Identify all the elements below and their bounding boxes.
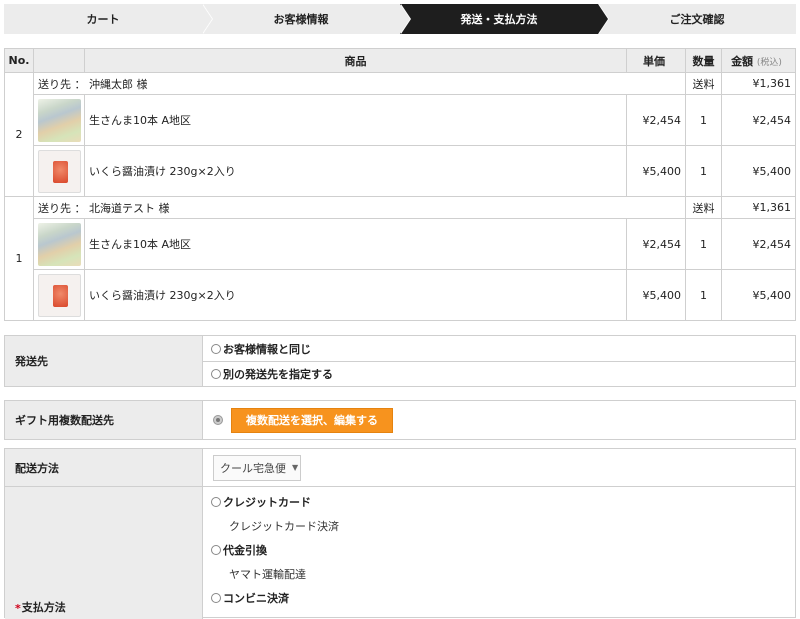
table-row: 生さんま10本 A地区 ¥2,454 1 ¥2,454 — [5, 218, 796, 270]
ship-to-label: 送り先 ： 沖縄太郎 様 — [33, 72, 686, 95]
chevron-down-icon: ▼ — [292, 463, 299, 472]
amount: ¥2,454 — [721, 94, 796, 146]
product-name: 生さんま10本 A地区 — [84, 94, 627, 146]
shipping-fee: ¥1,361 — [721, 196, 796, 219]
order-table: No. 商品 単価 数量 金額 (税込) 2 送り先 ： 沖縄太郎 様 送料 ¥… — [4, 48, 796, 321]
ship-to-label: 送り先 ： 北海道テスト 様 — [33, 196, 686, 219]
product-image[interactable] — [37, 273, 81, 317]
quantity: 1 — [685, 218, 722, 270]
option-other-destination[interactable]: 別の発送先を指定する — [203, 361, 795, 386]
group-number: 2 — [4, 72, 34, 197]
product-image[interactable] — [37, 222, 81, 266]
radio-icon[interactable] — [213, 415, 223, 425]
radio-icon[interactable] — [211, 593, 221, 603]
payment-option-description: ヤマト運輸配達 — [229, 568, 306, 581]
gift-section: ギフト用複数配送先 複数配送を選択、編集する — [4, 400, 796, 440]
table-row: いくら醤油漬け 230g×2入り ¥5,400 1 ¥5,400 — [5, 269, 796, 321]
header-product: 商品 — [84, 48, 627, 73]
shipping-fee-label: 送料 — [685, 72, 722, 95]
table-row: 生さんま10本 A地区 ¥2,454 1 ¥2,454 — [5, 94, 796, 146]
radio-icon[interactable] — [211, 343, 221, 354]
step-order-confirm: ご注文確認 — [598, 4, 796, 34]
amount: ¥2,454 — [721, 218, 796, 270]
delivery-method-select[interactable]: クール宅急便 ▼ — [213, 454, 301, 481]
header-no: No. — [4, 48, 34, 73]
shipping-row: 1 送り先 ： 北海道テスト 様 送料 ¥1,361 — [4, 196, 796, 321]
checkout-steps: カート お客様情報 発送・支払方法 ご注文確認 — [4, 4, 796, 34]
radio-icon[interactable] — [211, 369, 221, 379]
payment-option-convenience-store[interactable]: コンビニ決済 — [203, 586, 795, 610]
quantity: 1 — [685, 269, 722, 321]
quantity: 1 — [685, 94, 722, 146]
unit-price: ¥2,454 — [626, 218, 686, 270]
header-amount: 金額 (税込) — [721, 48, 796, 73]
header-qty: 数量 — [685, 48, 722, 73]
option-same-as-customer[interactable]: お客様情報と同じ — [203, 336, 795, 361]
unit-price: ¥2,454 — [626, 94, 686, 146]
step-cart: カート — [4, 4, 213, 34]
radio-icon[interactable] — [211, 497, 221, 507]
product-name: いくら醤油漬け 230g×2入り — [84, 269, 627, 321]
product-image[interactable] — [37, 98, 81, 142]
payment-option-cod[interactable]: 代金引換 — [203, 538, 795, 562]
header-price: 単価 — [626, 48, 686, 73]
multi-delivery-edit-button[interactable]: 複数配送を選択、編集する — [231, 407, 393, 433]
payment-method-label: * 支払方法 — [5, 487, 203, 619]
payment-option-credit-card[interactable]: クレジットカード — [203, 490, 795, 514]
shipping-fee-label: 送料 — [685, 196, 722, 219]
unit-price: ¥5,400 — [626, 145, 686, 197]
shipping-destination-label: 発送先 — [5, 336, 203, 386]
product-name: 生さんま10本 A地区 — [84, 218, 627, 270]
unit-price: ¥5,400 — [626, 269, 686, 321]
quantity: 1 — [685, 145, 722, 197]
step-customer-info: お客様情報 — [202, 4, 411, 34]
product-image[interactable] — [37, 149, 81, 193]
shipping-fee: ¥1,361 — [721, 72, 796, 95]
delivery-payment-section: 配送方法 クール宅急便 ▼ * 支払方法 クレジットカード クレジットカード決済… — [4, 448, 796, 619]
gift-label: ギフト用複数配送先 — [5, 401, 203, 439]
table-row: いくら醤油漬け 230g×2入り ¥5,400 1 ¥5,400 — [5, 145, 796, 197]
amount: ¥5,400 — [721, 145, 796, 197]
required-mark: * — [15, 602, 21, 615]
delivery-method-label: 配送方法 — [5, 449, 203, 486]
radio-icon[interactable] — [211, 545, 221, 555]
product-name: いくら醤油漬け 230g×2入り — [84, 145, 627, 197]
payment-option-description: クレジットカード決済 — [229, 520, 339, 533]
group-number: 1 — [4, 196, 34, 321]
step-shipping-payment: 発送・支払方法 — [400, 4, 609, 34]
amount: ¥5,400 — [721, 269, 796, 321]
shipping-row: 2 送り先 ： 沖縄太郎 様 送料 ¥1,361 — [4, 72, 796, 197]
shipping-destination-section: 発送先 お客様情報と同じ 別の発送先を指定する — [4, 335, 796, 387]
